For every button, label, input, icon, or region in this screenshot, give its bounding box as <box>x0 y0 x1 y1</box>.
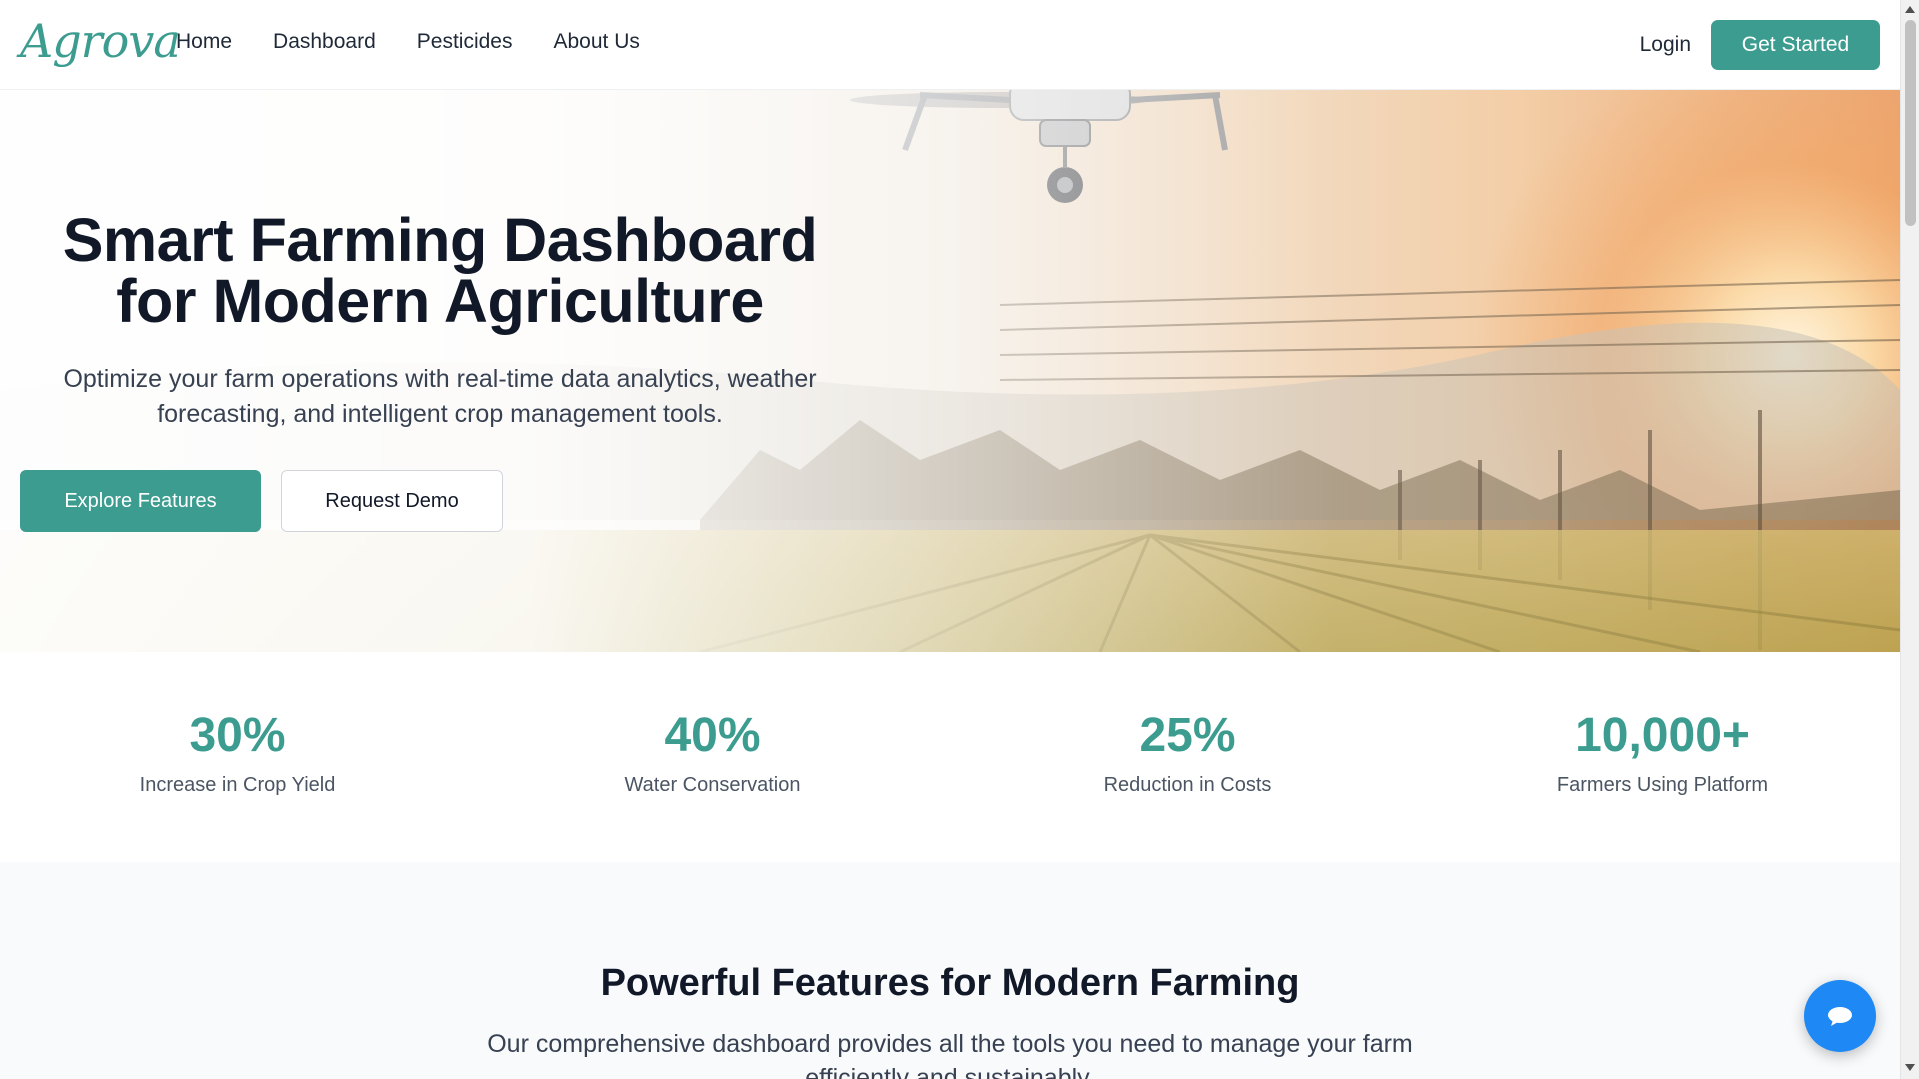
scroll-down-icon[interactable] <box>1905 1064 1915 1071</box>
top-navbar: Agrova Home Dashboard Pesticides About U… <box>0 0 1900 90</box>
scroll-up-icon[interactable] <box>1905 6 1915 13</box>
stat-label: Water Conservation <box>624 774 801 796</box>
features-section: Powerful Features for Modern Farming Our… <box>0 862 1900 1079</box>
request-demo-button[interactable]: Request Demo <box>281 470 503 532</box>
stat-card: 40% Water Conservation <box>475 652 950 862</box>
login-link[interactable]: Login <box>1640 33 1691 57</box>
stat-value: 10,000+ <box>1575 709 1750 762</box>
stat-label: Reduction in Costs <box>1103 774 1272 796</box>
explore-features-button[interactable]: Explore Features <box>20 470 261 532</box>
features-title: Powerful Features for Modern Farming <box>600 962 1300 1004</box>
hero-title-line-2: for Modern Agriculture <box>116 267 764 335</box>
stat-label: Increase in Crop Yield <box>139 774 336 796</box>
nav-link-pesticides[interactable]: Pesticides <box>417 30 513 54</box>
stat-card: 30% Increase in Crop Yield <box>0 652 475 862</box>
hero-subtitle: Optimize your farm operations with real-… <box>63 365 817 428</box>
stat-label: Farmers Using Platform <box>1556 774 1769 796</box>
nav-actions: Login Get Started <box>1640 20 1880 70</box>
hero-actions: Explore Features Request Demo <box>20 470 503 532</box>
hero-title-line-1: Smart Farming Dashboard <box>62 206 818 274</box>
stats-section: 30% Increase in Crop Yield 40% Water Con… <box>0 652 1900 862</box>
hero-title: Smart Farming Dashboard for Modern Agric… <box>20 210 860 332</box>
nav-link-dashboard[interactable]: Dashboard <box>273 30 376 54</box>
nav-link-home[interactable]: Home <box>176 30 232 54</box>
vertical-scrollbar[interactable] <box>1900 0 1919 1079</box>
nav-links: Home Dashboard Pesticides About Us <box>176 30 640 54</box>
get-started-button[interactable]: Get Started <box>1711 20 1880 70</box>
stat-card: 10,000+ Farmers Using Platform <box>1425 652 1900 862</box>
hero-section: Smart Farming Dashboard for Modern Agric… <box>0 90 1900 652</box>
features-subtitle: Our comprehensive dashboard provides all… <box>487 1030 1413 1079</box>
chat-button[interactable] <box>1804 980 1876 1052</box>
hero-text: Smart Farming Dashboard for Modern Agric… <box>20 210 860 432</box>
chat-bubble-icon <box>1828 1007 1852 1026</box>
stat-value: 30% <box>189 709 286 762</box>
scrollbar-thumb[interactable] <box>1905 20 1916 226</box>
brand-logo[interactable]: Agrova <box>20 14 181 68</box>
stat-value: 40% <box>664 709 761 762</box>
nav-link-about-us[interactable]: About Us <box>553 30 639 54</box>
stat-value: 25% <box>1139 709 1236 762</box>
stat-card: 25% Reduction in Costs <box>950 652 1425 862</box>
page: Agrova Home Dashboard Pesticides About U… <box>0 0 1919 1079</box>
